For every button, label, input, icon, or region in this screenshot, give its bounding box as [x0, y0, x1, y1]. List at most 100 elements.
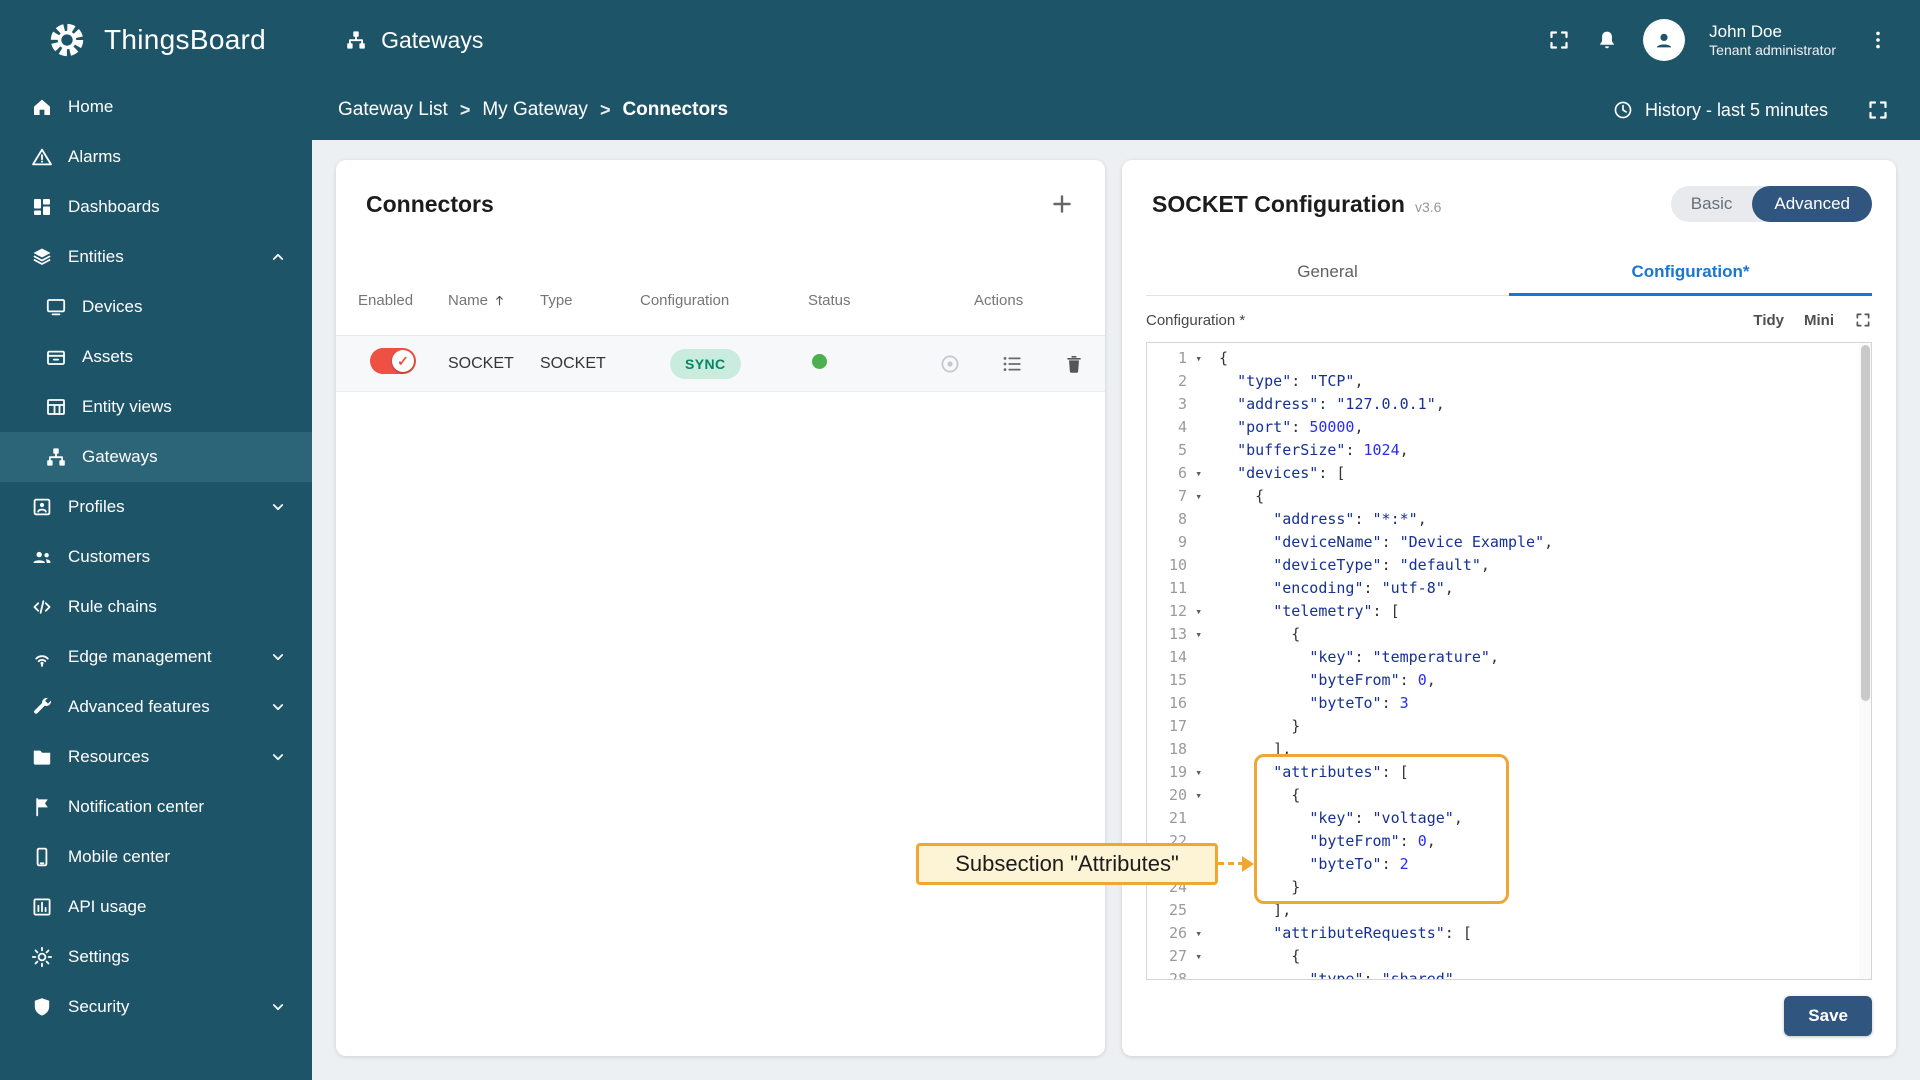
chevron-down-icon — [268, 647, 288, 667]
code-line: { — [1219, 487, 1265, 505]
profiles-icon — [30, 495, 54, 519]
line-number[interactable]: 7 ▾ — [1147, 485, 1205, 508]
connector-rpc-icon[interactable] — [938, 352, 962, 376]
code-line: ], — [1219, 740, 1292, 758]
column-name[interactable]: Name — [448, 292, 540, 309]
sidebar-item-assets[interactable]: Assets — [0, 332, 312, 382]
history-range-button[interactable]: History - last 5 minutes — [1612, 99, 1828, 121]
mini-button[interactable]: Mini — [1804, 312, 1834, 329]
tab-configuration[interactable]: Configuration* — [1509, 248, 1872, 296]
fold-caret-icon[interactable]: ▾ — [1195, 922, 1202, 945]
api-icon — [30, 895, 54, 919]
settings-icon — [30, 945, 54, 969]
advanced-mode-button[interactable]: Advanced — [1752, 186, 1872, 222]
fold-caret-icon[interactable]: ▾ — [1195, 485, 1202, 508]
line-number[interactable]: 12 ▾ — [1147, 600, 1205, 623]
sidebar-item-dashboards[interactable]: Dashboards — [0, 182, 312, 232]
fold-caret-icon[interactable]: ▾ — [1195, 623, 1202, 646]
line-number[interactable]: 6 ▾ — [1147, 462, 1205, 485]
fold-caret-icon[interactable]: ▾ — [1195, 761, 1202, 784]
scrollbar-thumb[interactable] — [1861, 345, 1870, 701]
add-connector-button[interactable] — [1049, 191, 1075, 217]
line-number[interactable]: 5 — [1147, 439, 1205, 462]
sidebar-item-devices[interactable]: Devices — [0, 282, 312, 332]
save-button[interactable]: Save — [1784, 996, 1872, 1036]
connector-logs-icon[interactable] — [1000, 352, 1024, 376]
fold-caret-icon[interactable]: ▾ — [1195, 784, 1202, 807]
sidebar-item-edge-management[interactable]: Edge management — [0, 632, 312, 682]
user-info[interactable]: John Doe Tenant administrator — [1709, 21, 1836, 60]
line-number[interactable]: 15 — [1147, 669, 1205, 692]
breadcrumb-gateway-list[interactable]: Gateway List — [338, 99, 448, 121]
fold-caret-icon[interactable]: ▾ — [1195, 600, 1202, 623]
line-number[interactable]: 18 — [1147, 738, 1205, 761]
security-icon — [30, 995, 54, 1019]
sidebar-item-resources[interactable]: Resources — [0, 732, 312, 782]
line-number[interactable]: 2 — [1147, 370, 1205, 393]
content-area: Connectors Enabled Name Type Configurati… — [312, 140, 1920, 1080]
line-number[interactable]: 19 ▾ — [1147, 761, 1205, 784]
sidebar-item-customers[interactable]: Customers — [0, 532, 312, 582]
line-number[interactable]: 21 — [1147, 807, 1205, 830]
sidebar-item-entity-views[interactable]: Entity views — [0, 382, 312, 432]
line-number[interactable]: 9 — [1147, 531, 1205, 554]
sidebar-item-settings[interactable]: Settings — [0, 932, 312, 982]
tidy-button[interactable]: Tidy — [1753, 312, 1784, 329]
sidebar-item-gateways[interactable]: Gateways — [0, 432, 312, 482]
app-logo[interactable]: ThingsBoard — [46, 19, 266, 61]
connector-delete-icon[interactable] — [1062, 352, 1086, 376]
sidebar-item-rule-chains[interactable]: Rule chains — [0, 582, 312, 632]
line-number[interactable]: 26 ▾ — [1147, 922, 1205, 945]
editor-scrollbar[interactable] — [1859, 343, 1871, 979]
json-editor[interactable]: 1 ▾ 2 3 4 5 6 ▾ 7 ▾ 8 9 10 11 12 ▾ 13 ▾ 14 15 16 17 18 19 ▾ 20 ▾ 21… — [1146, 342, 1872, 980]
notifications-bell-icon[interactable] — [1595, 28, 1619, 52]
dashboard-fullscreen-icon[interactable] — [1866, 98, 1890, 122]
sidebar-item-advanced-features[interactable]: Advanced features — [0, 682, 312, 732]
editor-fullscreen-icon[interactable] — [1854, 311, 1872, 329]
connectors-table-body: ✓ SOCKET SOCKET SYNC — [336, 336, 1105, 392]
devices-icon — [44, 295, 68, 319]
sidebar-item-profiles[interactable]: Profiles — [0, 482, 312, 532]
line-number[interactable]: 3 — [1147, 393, 1205, 416]
fullscreen-icon[interactable] — [1547, 28, 1571, 52]
line-number[interactable]: 20 ▾ — [1147, 784, 1205, 807]
dashboards-icon — [30, 195, 54, 219]
fold-caret-icon[interactable]: ▾ — [1195, 945, 1202, 968]
sidebar-item-notification-center[interactable]: Notification center — [0, 782, 312, 832]
connector-name: SOCKET — [448, 354, 514, 372]
alarm-icon — [30, 145, 54, 169]
sidebar-item-entities[interactable]: Entities — [0, 232, 312, 282]
code-line: "attributeRequests": [ — [1273, 924, 1472, 942]
avatar[interactable] — [1643, 19, 1686, 61]
basic-mode-button[interactable]: Basic — [1671, 194, 1753, 214]
line-number[interactable]: 10 — [1147, 554, 1205, 577]
enabled-toggle[interactable]: ✓ — [370, 348, 416, 374]
notification-icon — [30, 795, 54, 819]
sidebar-item-label: Settings — [68, 947, 130, 966]
sidebar-item-mobile-center[interactable]: Mobile center — [0, 832, 312, 882]
sidebar-item-label: Devices — [82, 297, 143, 316]
line-number[interactable]: 14 — [1147, 646, 1205, 669]
sidebar-item-api-usage[interactable]: API usage — [0, 882, 312, 932]
breadcrumb-my-gateway[interactable]: My Gateway — [482, 99, 588, 121]
line-number[interactable]: 27 ▾ — [1147, 945, 1205, 968]
line-number[interactable]: 13 ▾ — [1147, 623, 1205, 646]
fold-caret-icon[interactable]: ▾ — [1195, 462, 1202, 485]
editor-code[interactable]: { "type": "TCP", "address": "127.0.0.1",… — [1205, 343, 1871, 979]
line-number[interactable]: 4 — [1147, 416, 1205, 439]
line-number[interactable]: 16 — [1147, 692, 1205, 715]
line-number[interactable]: 28 — [1147, 968, 1205, 979]
line-number[interactable]: 8 — [1147, 508, 1205, 531]
sidebar-item-home[interactable]: Home — [0, 82, 312, 132]
connector-row[interactable]: ✓ SOCKET SOCKET SYNC — [336, 336, 1105, 392]
line-number[interactable]: 25 — [1147, 899, 1205, 922]
sidebar-item-alarms[interactable]: Alarms — [0, 132, 312, 182]
rule-chains-icon — [30, 595, 54, 619]
tab-general[interactable]: General — [1146, 248, 1509, 295]
sidebar-item-security[interactable]: Security — [0, 982, 312, 1032]
line-number[interactable]: 17 — [1147, 715, 1205, 738]
fold-caret-icon[interactable]: ▾ — [1195, 347, 1202, 370]
line-number[interactable]: 1 ▾ — [1147, 347, 1205, 370]
line-number[interactable]: 11 — [1147, 577, 1205, 600]
more-menu-icon[interactable] — [1866, 28, 1890, 52]
